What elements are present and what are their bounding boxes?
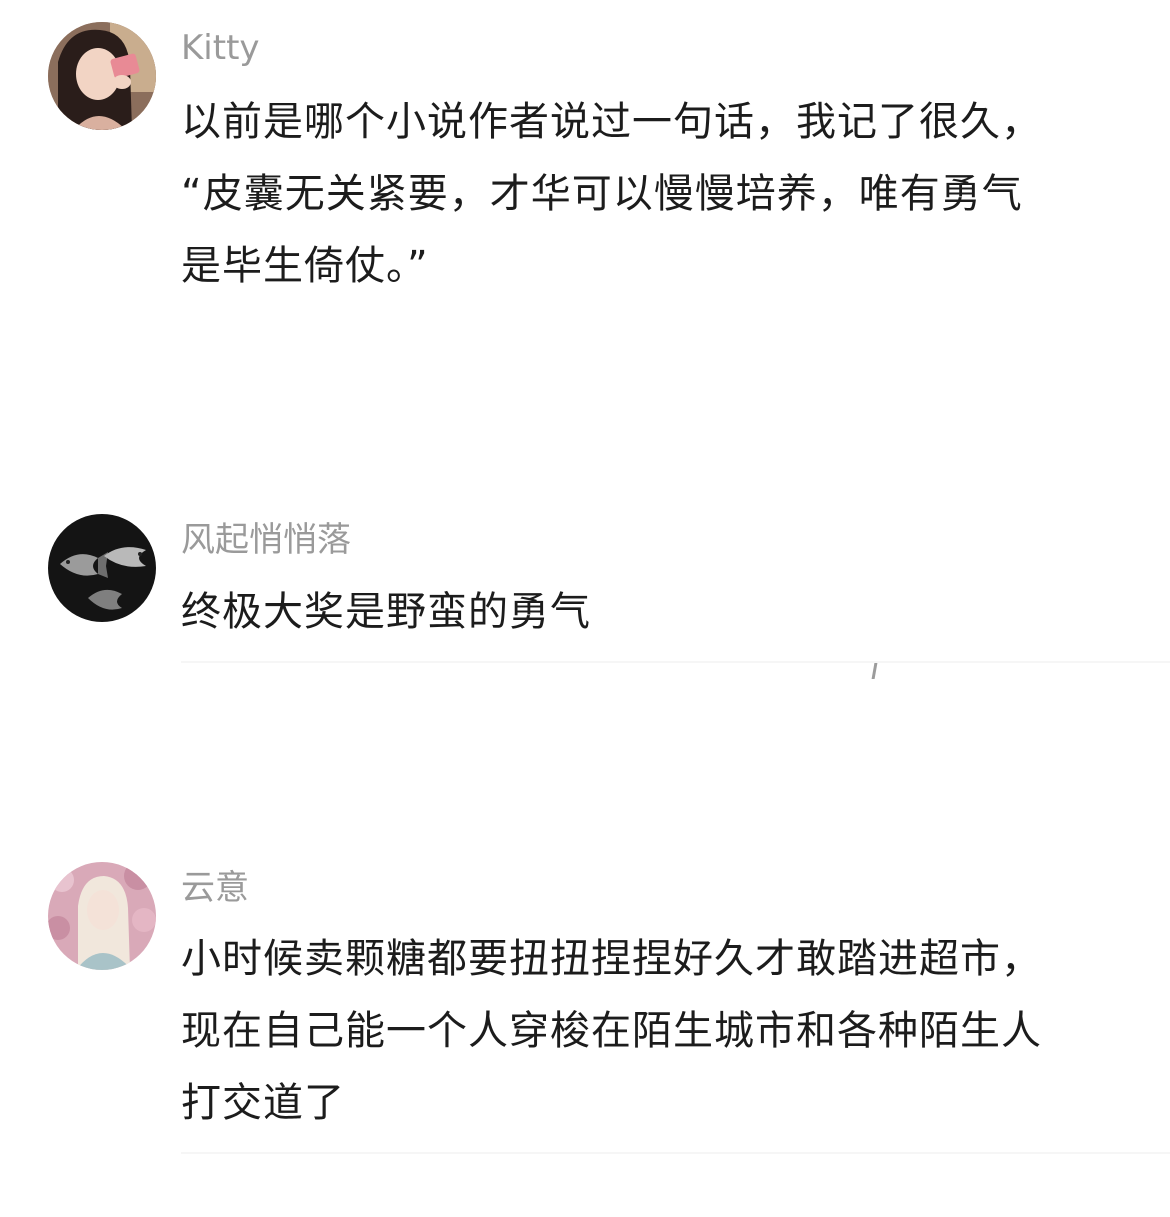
comment-line: 现在自己能一个人穿梭在陌生城市和各种陌生人 <box>181 1008 1042 1054</box>
cursor-mark-icon <box>871 663 878 679</box>
divider <box>181 661 1170 663</box>
comment-username[interactable]: 云意 <box>181 866 249 910</box>
comment-text: 以前是哪个小说作者说过一句话，我记了很久， “皮囊无关紧要，才华可以慢慢培养，唯… <box>181 86 1121 302</box>
user-avatar[interactable] <box>48 862 156 970</box>
comment-line: 小时候卖颗糖都要扭扭捏捏好久才敢踏进超市， <box>181 936 1042 982</box>
comment-text: 小时候卖颗糖都要扭扭捏捏好久才敢踏进超市， 现在自己能一个人穿梭在陌生城市和各种… <box>181 923 1121 1139</box>
comment-line: 是毕生倚仗。” <box>181 243 429 289</box>
user-photo-avatar-icon <box>48 22 156 130</box>
user-avatar[interactable] <box>48 514 156 622</box>
comment-line: “皮囊无关紧要，才华可以慢慢培养，唯有勇气 <box>181 171 1023 217</box>
comment-line: 终极大奖是野蛮的勇气 <box>181 589 591 635</box>
user-avatar[interactable] <box>48 22 156 130</box>
goldfish-avatar-icon <box>48 514 156 622</box>
blossom-portrait-avatar-icon <box>48 862 156 970</box>
comment-username[interactable]: 风起悄悄落 <box>181 518 351 562</box>
divider <box>181 1152 1170 1154</box>
comment-username[interactable]: Kitty <box>181 26 260 70</box>
comment-text: 终极大奖是野蛮的勇气 <box>181 576 1121 648</box>
comment-line: 打交道了 <box>181 1080 345 1126</box>
comment-line: 以前是哪个小说作者说过一句话，我记了很久， <box>181 99 1042 145</box>
